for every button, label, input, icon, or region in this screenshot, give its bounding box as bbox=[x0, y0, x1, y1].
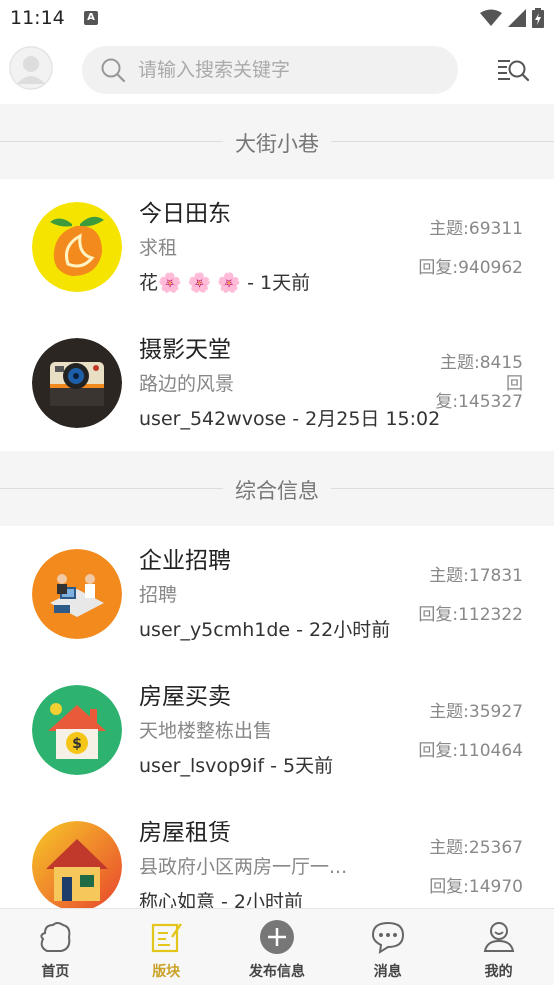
forum-reply-count: 回复:14970 bbox=[429, 877, 523, 897]
search-input[interactable] bbox=[138, 59, 438, 81]
add-circle-icon bbox=[259, 920, 294, 954]
user-profile-icon bbox=[483, 922, 514, 952]
section-header: 大街小巷 bbox=[0, 104, 554, 179]
tab-post[interactable]: 发布信息 bbox=[222, 909, 333, 985]
forum-reply-count: 回复:110464 bbox=[418, 741, 523, 761]
signal-icon bbox=[508, 9, 526, 27]
battery-icon bbox=[532, 8, 544, 28]
forum-name: 企业招聘 bbox=[139, 548, 231, 574]
forum-item[interactable]: 企业招聘 招聘 user_y5cmh1de - 22小时前 主题:17831 回… bbox=[0, 526, 554, 662]
section-title: 大街小巷 bbox=[223, 132, 331, 156]
forum-latest-title: 天地楼整栋出售 bbox=[139, 720, 273, 742]
avatar-placeholder-icon bbox=[9, 46, 53, 90]
tab-messages[interactable]: 消息 bbox=[332, 909, 443, 985]
forum-name: 房屋租赁 bbox=[139, 820, 231, 846]
forum-logo-house-sale-icon: $ bbox=[32, 685, 122, 775]
user-avatar[interactable] bbox=[9, 46, 53, 90]
forum-logo-office-icon bbox=[32, 549, 122, 639]
search-filter-icon[interactable] bbox=[496, 56, 530, 84]
forum-latest-meta: user_lsvop9if - 5天前 bbox=[139, 755, 334, 777]
home-icon bbox=[40, 922, 71, 952]
app-header bbox=[0, 36, 554, 105]
notification-a-icon: A bbox=[84, 11, 98, 25]
forum-latest-title: 县政府小区两房一厅一... bbox=[139, 856, 348, 878]
forum-latest-meta: 花🌸 🌸 🌸 - 1天前 bbox=[139, 272, 311, 294]
status-icons bbox=[480, 8, 544, 28]
forum-logo-camera-icon bbox=[32, 338, 122, 428]
forum-topic-count: 主题:25367 bbox=[429, 838, 523, 858]
bottom-tab-bar: 首页 版块 发布信息 消息 我的 bbox=[0, 908, 554, 985]
forum-latest-title: 路边的风景 bbox=[139, 373, 235, 395]
tab-label: 首页 bbox=[41, 964, 70, 980]
forum-name: 摄影天堂 bbox=[139, 337, 231, 363]
status-time: 11:14 bbox=[10, 7, 65, 29]
forum-reply-count: 回复:940962 bbox=[418, 258, 523, 278]
forum-item[interactable]: 房屋租赁 县政府小区两房一厅一... 称心如意 - 2小时前 主题:25367 … bbox=[0, 798, 554, 908]
tab-label: 发布信息 bbox=[248, 964, 305, 980]
forum-item[interactable]: 今日田东 求租 花🌸 🌸 🌸 - 1天前 主题:69311 回复:940962 bbox=[0, 179, 554, 315]
section-header: 综合信息 bbox=[0, 451, 554, 526]
forum-reply-count-line2: 复:145327 bbox=[435, 392, 523, 412]
tab-forums[interactable]: 版块 bbox=[111, 909, 222, 985]
chat-bubble-icon bbox=[371, 921, 404, 954]
search-bar[interactable] bbox=[82, 46, 458, 94]
forum-logo-house-rent-icon bbox=[32, 821, 122, 908]
forum-latest-meta: user_y5cmh1de - 22小时前 bbox=[139, 619, 391, 641]
tab-label: 消息 bbox=[373, 964, 402, 980]
forum-item[interactable]: 摄影天堂 路边的风景 user_542wvose - 2月25日 15:02 主… bbox=[0, 315, 554, 451]
forum-logo-mango-icon bbox=[32, 202, 122, 292]
tab-profile[interactable]: 我的 bbox=[443, 909, 554, 985]
forum-reply-count: 回复:112322 bbox=[418, 605, 523, 625]
wifi-icon bbox=[480, 9, 502, 26]
tab-label: 我的 bbox=[484, 964, 513, 980]
forum-item[interactable]: $ 房屋买卖 天地楼整栋出售 user_lsvop9if - 5天前 主题:35… bbox=[0, 662, 554, 798]
edit-board-icon bbox=[152, 923, 183, 953]
forum-latest-title: 招聘 bbox=[139, 584, 178, 606]
tab-label: 版块 bbox=[152, 964, 181, 980]
forum-name: 房屋买卖 bbox=[139, 684, 231, 710]
forum-latest-meta: user_542wvose - 2月25日 15:02 bbox=[139, 408, 441, 430]
forum-name: 今日田东 bbox=[139, 201, 231, 227]
forum-topic-count: 主题:35927 bbox=[429, 702, 523, 722]
forum-topic-count: 主题:17831 bbox=[429, 566, 523, 586]
search-icon bbox=[101, 58, 126, 83]
forum-topic-count: 主题:69311 bbox=[429, 219, 523, 239]
tab-home[interactable]: 首页 bbox=[0, 909, 111, 985]
section-title: 综合信息 bbox=[223, 479, 331, 503]
forum-latest-meta: 称心如意 - 2小时前 bbox=[139, 891, 304, 908]
svg-text:$: $ bbox=[72, 736, 82, 752]
forum-latest-title: 求租 bbox=[139, 237, 178, 259]
status-bar: 11:14 A bbox=[0, 0, 554, 36]
